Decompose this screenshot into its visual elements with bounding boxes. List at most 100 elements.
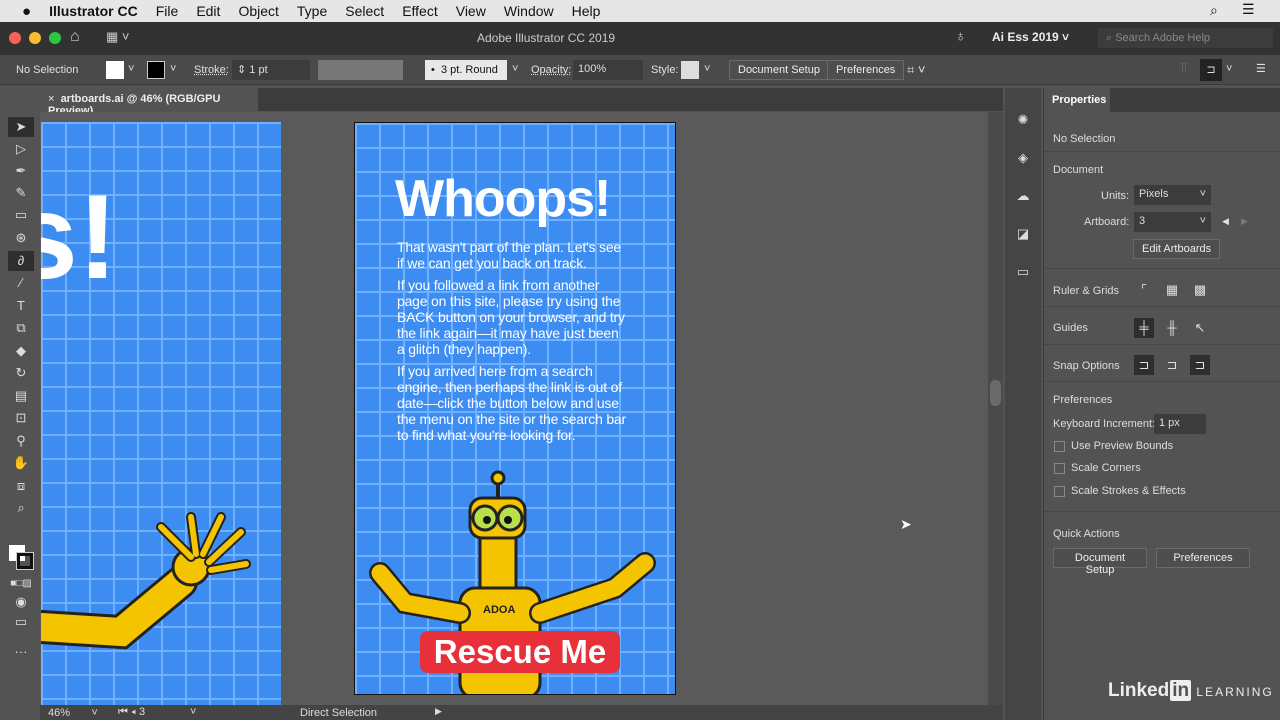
transparency-grid-icon[interactable]: ▩ — [1190, 280, 1210, 300]
menu-file[interactable]: File — [156, 3, 179, 19]
gradient-tool-icon[interactable]: ▤ — [8, 386, 34, 406]
scale-corners-checkbox[interactable]: Scale Corners — [1054, 462, 1141, 474]
search-icon[interactable]: ⌕ — [1210, 2, 1218, 19]
eyedropper-tool-icon[interactable]: ⚲ — [8, 431, 34, 451]
use-preview-bounds-checkbox[interactable]: Use Preview Bounds — [1054, 440, 1173, 452]
menu-view[interactable]: View — [456, 3, 486, 19]
zoom-level[interactable]: 46% ˅ — [48, 707, 98, 719]
next-artboard-icon[interactable]: ▶ — [1241, 216, 1248, 227]
select-similar-icon[interactable]: ⌗ ˅ — [907, 62, 926, 78]
close-window-button[interactable] — [9, 32, 21, 44]
variable-width-profile[interactable] — [318, 60, 403, 80]
blob-brush-tool-icon[interactable]: ∂ — [8, 251, 34, 271]
shaper-tool-icon[interactable]: ⊛ — [8, 228, 34, 248]
checkbox-box[interactable] — [1054, 462, 1065, 474]
stroke-color-swatch[interactable] — [16, 552, 34, 570]
screen-mode-icon[interactable]: ▭ — [8, 612, 34, 632]
artboard-navigator[interactable]: ⏮ ◂ 3 — [118, 706, 145, 719]
document-setup-button[interactable]: Document Setup — [729, 60, 829, 80]
menu-window[interactable]: Window — [504, 3, 554, 19]
selection-tool-icon[interactable]: ➤ — [8, 117, 34, 137]
opacity-label[interactable]: Opacity: — [531, 64, 571, 76]
minimize-window-button[interactable] — [29, 32, 41, 44]
quick-document-setup-button[interactable]: Document Setup — [1053, 548, 1147, 576]
gradient-panel-icon[interactable]: ▭ — [1013, 262, 1033, 282]
preferences-button[interactable]: Preferences — [827, 60, 905, 80]
menu-icon[interactable]: ☰ — [1256, 62, 1266, 75]
transparency-panel-icon[interactable]: ◪ — [1013, 224, 1033, 244]
hand-tool-icon[interactable]: ✋ — [8, 453, 34, 473]
scale-tool-icon[interactable]: ⧉ — [8, 318, 34, 338]
direct-selection-tool-icon[interactable]: ▷ — [8, 139, 34, 159]
stroke-label[interactable]: Stroke: — [194, 64, 229, 76]
edit-artboards-button[interactable]: Edit Artboards — [1133, 239, 1221, 259]
brush-definition[interactable]: • 3 pt. Round — [425, 60, 507, 80]
artboard-2[interactable]: s! — [41, 122, 281, 705]
zoom-tool-icon[interactable]: ⌕ — [8, 498, 34, 518]
scale-strokes-checkbox[interactable]: Scale Strokes & Effects — [1054, 485, 1186, 497]
artboard-dropdown[interactable]: 3 ˅ — [1134, 212, 1211, 232]
document-tab[interactable]: × artboards.ai @ 46% (RGB/GPU Preview) — [40, 88, 258, 117]
vertical-scrollbar[interactable] — [988, 112, 1003, 705]
checkbox-box[interactable] — [1054, 485, 1065, 497]
search-help-input[interactable]: ⌕ Search Adobe Help — [1098, 28, 1273, 48]
color-mode-icon[interactable]: ■□▨ — [8, 574, 34, 594]
grid-icon[interactable]: ▦ — [1162, 280, 1182, 300]
play-icon[interactable]: ▶ — [435, 706, 442, 717]
canvas[interactable]: s! Whoops! That wasn't part of the plan.… — [40, 112, 988, 705]
paintbrush-tool-icon[interactable]: ⁄ — [8, 273, 34, 293]
menu-object[interactable]: Object — [238, 3, 278, 19]
menu-help[interactable]: Help — [572, 3, 601, 19]
fill-swatch[interactable] — [106, 61, 124, 79]
lock-guides-icon[interactable]: ╫ — [1162, 318, 1182, 338]
rescue-me-button[interactable]: Rescue Me — [420, 631, 620, 673]
chevron-down-icon[interactable]: ˅ — [704, 63, 710, 75]
current-tool-status[interactable]: Direct Selection — [300, 707, 377, 719]
layers-panel-icon[interactable]: ◈ — [1013, 148, 1033, 168]
rectangle-tool-icon[interactable]: ▭ — [8, 205, 34, 225]
menu-app[interactable]: Illustrator CC — [49, 3, 138, 19]
artboard-3[interactable]: Whoops! That wasn't part of the plan. Le… — [354, 122, 676, 695]
ruler-icon[interactable]: ⌜ — [1134, 280, 1154, 300]
menu-edit[interactable]: Edit — [196, 3, 220, 19]
properties-panel-icon[interactable]: ✺ — [1013, 110, 1033, 130]
eraser-tool-icon[interactable]: ◆ — [8, 341, 34, 361]
chevron-down-icon[interactable]: ˅ — [1226, 63, 1232, 75]
chevron-down-icon[interactable]: ˅ — [512, 63, 518, 75]
maximize-window-button[interactable] — [49, 32, 61, 44]
menu-type[interactable]: Type — [297, 3, 327, 19]
arrange-icon[interactable]: ⁞⁞ — [1181, 62, 1187, 74]
stroke-weight-field[interactable]: ⇕ 1 pt — [232, 60, 310, 80]
curvature-tool-icon[interactable]: ✎ — [8, 183, 34, 203]
workspace-layout-icon[interactable]: ▦ ˅ — [106, 29, 130, 45]
chevron-down-icon[interactable]: ˅ — [170, 63, 176, 75]
scroll-thumb[interactable] — [990, 380, 1001, 406]
artboard-tool-icon[interactable]: ⊡ — [8, 408, 34, 428]
menu-select[interactable]: Select — [345, 3, 384, 19]
stroke-swatch[interactable] — [147, 61, 165, 79]
show-guides-icon[interactable]: ╪ — [1134, 318, 1154, 338]
pen-tool-icon[interactable]: ✒ — [8, 161, 34, 181]
workspace-switcher[interactable]: Ai Ess 2019 ˅ — [992, 30, 1069, 44]
checkbox-box[interactable] — [1054, 440, 1065, 452]
type-tool-icon[interactable]: T — [8, 296, 34, 316]
apple-icon[interactable]: ● — [22, 3, 31, 20]
units-dropdown[interactable]: Pixels ˅ — [1134, 185, 1211, 205]
align-icon[interactable]: ⊐ — [1200, 59, 1222, 81]
chevron-down-icon[interactable]: ˅ — [128, 63, 134, 75]
snap-to-point-icon[interactable]: ⊐ — [1134, 355, 1154, 375]
lightbulb-icon[interactable]: ♁ — [955, 28, 966, 45]
previous-artboard-icon[interactable]: ◀ — [1222, 216, 1229, 227]
snap-to-pixel-icon[interactable]: ⊐ — [1162, 355, 1182, 375]
draw-mode-icon[interactable]: ◉ — [8, 592, 34, 612]
style-swatch[interactable] — [681, 61, 699, 79]
list-icon[interactable]: ☰ — [1242, 1, 1255, 18]
opacity-field[interactable]: 100% — [573, 60, 643, 80]
libraries-panel-icon[interactable]: ☁ — [1013, 186, 1033, 206]
menu-effect[interactable]: Effect — [402, 3, 438, 19]
tab-properties[interactable]: Properties — [1044, 88, 1110, 112]
quick-preferences-button[interactable]: Preferences — [1156, 548, 1250, 568]
keyboard-increment-field[interactable]: 1 px — [1154, 414, 1206, 434]
close-tab-icon[interactable]: × — [48, 93, 54, 105]
shape-builder-tool-icon[interactable]: ⧈ — [8, 476, 34, 496]
